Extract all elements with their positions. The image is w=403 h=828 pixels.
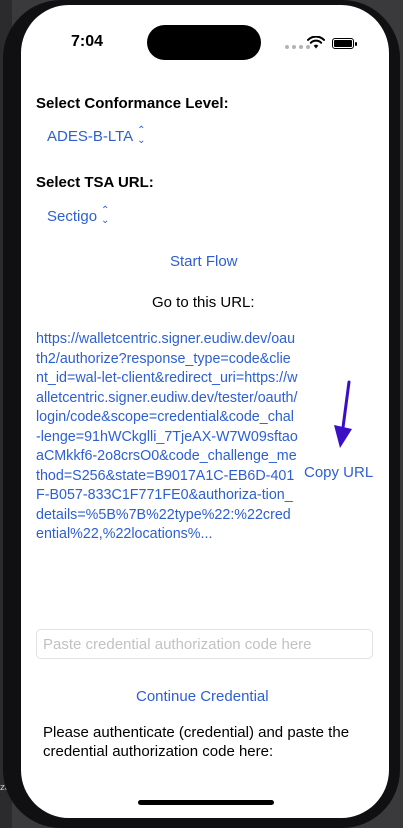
copy-url-button[interactable]: Copy URL	[304, 464, 373, 481]
wifi-icon	[307, 36, 325, 49]
annotation-arrow-icon	[334, 380, 352, 448]
conformance-level-picker[interactable]: ADES-B-LTA ⌃ ⌄	[47, 126, 146, 146]
battery-icon	[332, 38, 357, 49]
authorization-url-link[interactable]: https://walletcentric.signer.eudiw.dev/o…	[36, 330, 298, 545]
chevron-up-down-icon: ⌃ ⌄	[101, 205, 110, 226]
tsa-url-label: Select TSA URL:	[36, 174, 154, 191]
conformance-level-label: Select Conformance Level:	[36, 95, 229, 112]
status-time: 7:04	[71, 33, 104, 50]
dynamic-island	[147, 25, 261, 60]
go-to-url-label: Go to this URL:	[152, 294, 255, 311]
tsa-url-value: Sectigo	[47, 207, 98, 225]
start-flow-button[interactable]: Start Flow	[170, 253, 238, 270]
continue-credential-button[interactable]: Continue Credential	[136, 688, 269, 705]
chevron-up-down-icon: ⌃ ⌄	[137, 125, 146, 146]
instruction-text: Please authenticate (credential) and pas…	[43, 724, 350, 760]
authorization-code-input[interactable]	[36, 629, 373, 659]
tsa-url-picker[interactable]: Sectigo ⌃ ⌄	[47, 206, 109, 226]
app-screen: 7:04 Select Conformance Level: ADES-B-LT…	[21, 5, 389, 818]
conformance-level-value: ADES-B-LTA	[47, 127, 134, 145]
home-indicator[interactable]	[138, 800, 274, 805]
phone-frame: 7:04 Select Conformance Level: ADES-B-LT…	[3, 0, 400, 828]
